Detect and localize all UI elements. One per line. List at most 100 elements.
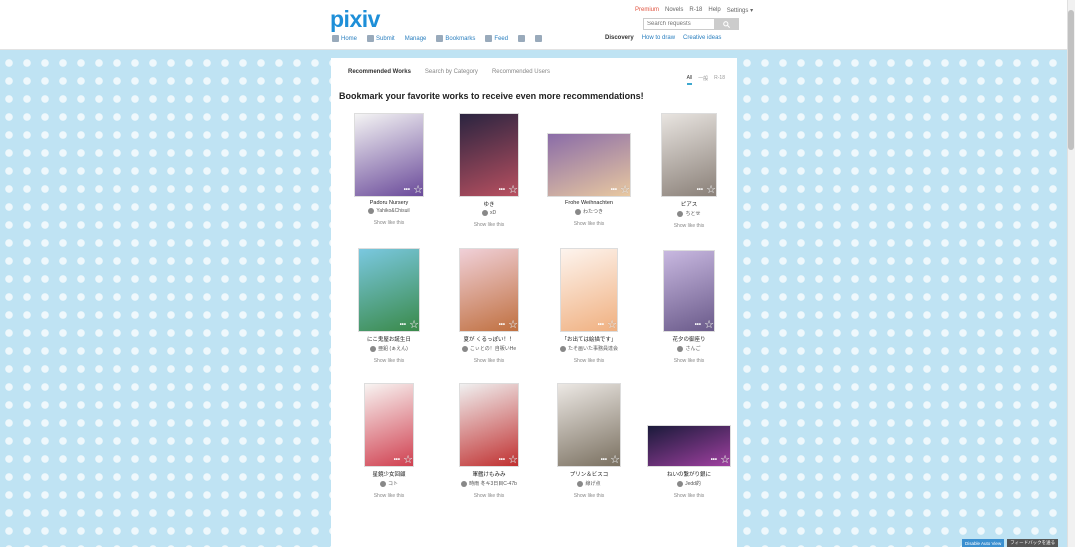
work-thumbnail[interactable]: ••• ☆ (459, 113, 519, 197)
tab-recommended-users[interactable]: Recommended Users (492, 69, 550, 75)
work-title[interactable]: ゆき (439, 200, 539, 208)
premium-link[interactable]: Premium (635, 7, 659, 14)
work-title[interactable]: 星鏡少女回顧 (339, 470, 439, 478)
work-card[interactable]: ••• ☆ 「お出ては絵描です」 たそ画いた事務員達会 Show like this (539, 248, 639, 364)
work-author[interactable]: Yahiko&Chisuil (339, 208, 439, 214)
filter-general[interactable]: 一般 (698, 75, 708, 85)
work-title[interactable]: 「お出ては絵描です」 (539, 335, 639, 343)
notifications-button[interactable] (535, 35, 543, 42)
work-title[interactable]: 夏が くるっぽい！！ (439, 335, 539, 343)
more-options-icon[interactable]: ••• (711, 457, 717, 463)
work-author[interactable]: たそ画いた事務員達会 (539, 345, 639, 352)
scrollbar-thumb[interactable] (1068, 10, 1074, 150)
more-options-icon[interactable]: ••• (598, 322, 604, 328)
work-card[interactable]: ••• ☆ 花夕の御座り さんご Show like this (639, 248, 739, 364)
show-like-this-link[interactable]: Show like this (539, 493, 639, 499)
work-card[interactable]: ••• ☆ 夏が くるっぽい！！ こぃとの！自販いHe Show like this (439, 248, 539, 364)
show-like-this-link[interactable]: Show like this (439, 358, 539, 364)
more-options-icon[interactable]: ••• (499, 457, 505, 463)
work-title[interactable]: ピアス (639, 200, 739, 208)
novels-link[interactable]: Novels (665, 7, 683, 14)
more-options-icon[interactable]: ••• (697, 187, 703, 193)
work-thumbnail[interactable]: ••• ☆ (661, 113, 717, 197)
search-button[interactable] (714, 19, 738, 29)
bookmark-star-icon[interactable]: ☆ (508, 455, 518, 466)
show-like-this-link[interactable]: Show like this (439, 222, 539, 228)
filter-r18[interactable]: R-18 (714, 75, 725, 85)
disable-auto-view-button[interactable]: Disable Auto View (962, 539, 1005, 547)
bookmark-star-icon[interactable]: ☆ (508, 320, 518, 331)
work-author[interactable]: xD (439, 210, 539, 216)
pixiv-logo[interactable]: pixiv (330, 6, 380, 33)
how-to-draw-link[interactable]: How to draw (642, 35, 675, 41)
work-thumbnail[interactable]: ••• ☆ (354, 113, 424, 197)
more-options-icon[interactable]: ••• (404, 187, 410, 193)
bookmark-star-icon[interactable]: ☆ (720, 455, 730, 466)
more-options-icon[interactable]: ••• (400, 322, 406, 328)
bookmark-star-icon[interactable]: ☆ (413, 185, 423, 196)
nav-bookmarks[interactable]: Bookmarks (436, 35, 475, 42)
work-thumbnail[interactable]: ••• ☆ (459, 248, 519, 332)
show-like-this-link[interactable]: Show like this (339, 358, 439, 364)
work-card[interactable]: ••• ☆ ピアスちとせ Show like this (639, 113, 739, 229)
work-card[interactable]: ••• ☆ Frohe Weihnachten わたつき Show like this (539, 113, 639, 227)
tab-recommended-works[interactable]: Recommended Works (348, 69, 411, 75)
nav-manage[interactable]: Manage (405, 35, 427, 42)
work-title[interactable]: プリン＆ビスコ (539, 470, 639, 478)
nav-home[interactable]: Home (332, 35, 357, 42)
work-thumbnail[interactable]: ••• ☆ (364, 383, 414, 467)
bookmark-star-icon[interactable]: ☆ (706, 185, 716, 196)
bookmark-star-icon[interactable]: ☆ (607, 320, 617, 331)
work-author[interactable]: ちとせ (639, 210, 739, 217)
work-card[interactable]: ••• ☆ ねいの繋がり銀に Jedd的 Show like this (639, 383, 739, 499)
work-title[interactable]: Padoru Nursery (339, 200, 439, 206)
show-like-this-link[interactable]: Show like this (439, 493, 539, 499)
work-author[interactable]: コト (339, 480, 439, 487)
show-like-this-link[interactable]: Show like this (539, 221, 639, 227)
feedback-button[interactable]: フィードバックを送る (1007, 539, 1059, 547)
work-thumbnail[interactable]: ••• ☆ (560, 248, 618, 332)
more-options-icon[interactable]: ••• (394, 457, 400, 463)
work-thumbnail[interactable]: ••• ☆ (663, 250, 715, 332)
nav-submit[interactable]: Submit (367, 35, 395, 42)
more-options-icon[interactable]: ••• (499, 322, 505, 328)
show-like-this-link[interactable]: Show like this (639, 358, 739, 364)
work-card[interactable]: ••• ☆ ゆき xD Show like this (439, 113, 539, 228)
bookmark-star-icon[interactable]: ☆ (508, 185, 518, 196)
more-options-icon[interactable]: ••• (695, 322, 701, 328)
work-title[interactable]: にこ鬼屋お誕生日 (339, 335, 439, 343)
work-card[interactable]: ••• ☆ Padoru Nursery Yahiko&Chisuil Show lik… (339, 113, 439, 226)
bookmark-star-icon[interactable]: ☆ (610, 455, 620, 466)
show-like-this-link[interactable]: Show like this (539, 358, 639, 364)
more-options-icon[interactable]: ••• (601, 457, 607, 463)
work-thumbnail[interactable]: ••• ☆ (647, 425, 731, 467)
work-author[interactable]: Jedd的 (639, 480, 739, 487)
page-scrollbar[interactable] (1067, 0, 1075, 547)
filter-all[interactable]: All (686, 75, 693, 85)
show-like-this-link[interactable]: Show like this (639, 493, 739, 499)
work-title[interactable]: ねいの繋がり銀に (639, 470, 739, 478)
discovery-link[interactable]: Discovery (605, 35, 634, 41)
show-like-this-link[interactable]: Show like this (339, 493, 439, 499)
work-author[interactable]: 線げ点 (539, 480, 639, 487)
more-options-icon[interactable]: ••• (499, 187, 505, 193)
messages-button[interactable] (518, 35, 526, 42)
work-thumbnail[interactable]: ••• ☆ (547, 133, 631, 197)
work-title[interactable]: 軍艦けもみみ (439, 470, 539, 478)
work-thumbnail[interactable]: ••• ☆ (557, 383, 621, 467)
work-author[interactable]: こぃとの！自販いHe (439, 345, 539, 352)
work-thumbnail[interactable]: ••• ☆ (358, 248, 420, 332)
work-author[interactable]: わたつき (539, 208, 639, 215)
bookmark-star-icon[interactable]: ☆ (403, 455, 413, 466)
work-card[interactable]: ••• ☆ 星鏡少女回顧 コト Show like this (339, 383, 439, 499)
settings-link[interactable]: Settings ▾ (727, 7, 753, 14)
work-card[interactable]: ••• ☆ 軍艦けもみみ 時雨 冬キ3日目C-47b Show like this (439, 383, 539, 499)
bookmark-star-icon[interactable]: ☆ (704, 320, 714, 331)
work-author[interactable]: さんご (639, 345, 739, 352)
work-thumbnail[interactable]: ••• ☆ (459, 383, 519, 467)
work-card[interactable]: ••• ☆ にこ鬼屋お誕生日 亜鉛 (ぁえん) Show like this (339, 248, 439, 364)
show-like-this-link[interactable]: Show like this (639, 223, 739, 229)
bookmark-star-icon[interactable]: ☆ (620, 185, 630, 196)
bookmark-star-icon[interactable]: ☆ (409, 320, 419, 331)
work-author[interactable]: 時雨 冬キ3日目C-47b (439, 480, 539, 487)
